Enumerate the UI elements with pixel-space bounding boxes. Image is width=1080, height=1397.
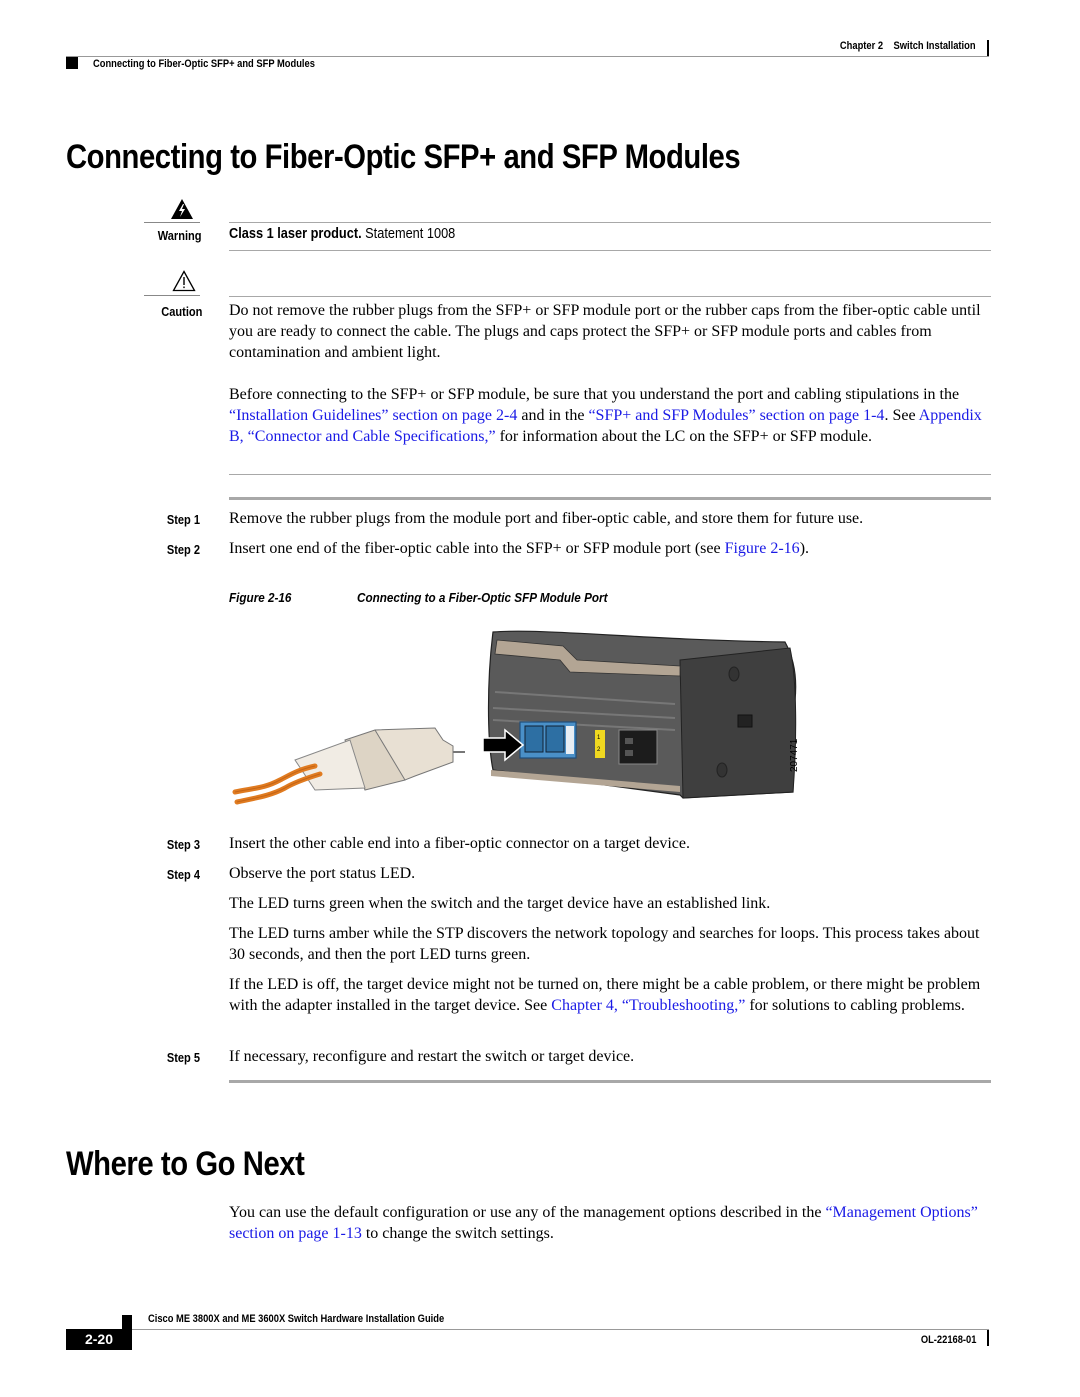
empty-sfp-port: [618, 729, 658, 765]
header-bar: [987, 40, 989, 56]
step-3-text: Insert the other cable end into a fiber-…: [229, 835, 690, 852]
warning-top-rule: [229, 222, 991, 223]
chapter-number: Chapter 2: [840, 40, 884, 52]
section-title-where-next: Where to Go Next: [66, 1145, 305, 1183]
footer-rule: [132, 1329, 989, 1330]
warning-bottom-rule: [229, 250, 991, 251]
caution-bottom-rule: [229, 474, 991, 475]
step-4-text: Observe the port status LED.: [229, 865, 416, 882]
led-green-para: The LED turns green when the switch and …: [229, 895, 771, 912]
text: and in the: [517, 407, 589, 424]
text: Insert one end of the fiber-optic cable …: [229, 540, 725, 557]
procedure-bottom-rule: [229, 1080, 991, 1083]
footer-bar: [987, 1330, 989, 1346]
step-1-label: Step 1: [166, 512, 200, 527]
caution-para-2: Before connecting to the SFP+ or SFP mod…: [229, 384, 991, 447]
procedure-top-rule: [229, 497, 991, 500]
figure-illustration: 1 2 207471: [225, 620, 815, 820]
header-chapter: Chapter 2 Switch Installation: [840, 40, 976, 52]
led-off-para: If the LED is off, the target device mig…: [229, 974, 994, 1016]
text: . See: [884, 407, 919, 424]
text: for solutions to cabling problems.: [745, 997, 965, 1014]
art-id: 207471: [789, 738, 800, 772]
caution-label: Caution: [160, 304, 202, 319]
caution-triangle-icon: [172, 270, 196, 297]
chapter-title: Switch Installation: [893, 40, 976, 52]
link-installation-guidelines[interactable]: “Installation Guidelines” section on pag…: [229, 407, 517, 424]
text: to change the switch settings.: [361, 1225, 554, 1242]
warning-icon-rule: [144, 222, 200, 223]
text: You can use the default configuration or…: [229, 1204, 826, 1221]
warning-bold: Class 1 laser product.: [229, 226, 362, 242]
port-led-panel: 1 2: [595, 730, 605, 758]
step-2-text: Insert one end of the fiber-optic cable …: [229, 538, 999, 559]
switch-chassis: [487, 630, 797, 799]
footer-square: [122, 1315, 132, 1329]
header-rule: [66, 56, 989, 57]
figure-caption: Connecting to a Fiber-Optic SFP Module P…: [357, 590, 608, 605]
caution-para-1: Do not remove the rubber plugs from the …: [229, 302, 981, 361]
step-1-text: Remove the rubber plugs from the module …: [229, 510, 864, 527]
footer-doc-id: OL-22168-01: [920, 1334, 976, 1346]
step-3-label: Step 3: [166, 837, 200, 852]
figure-number: Figure 2-16: [229, 590, 292, 605]
step-2-label: Step 2: [166, 542, 200, 557]
warning-lightning-icon: [170, 198, 194, 225]
sfp-module: [519, 721, 577, 759]
link-chapter-4-troubleshooting[interactable]: Chapter 4, “Troubleshooting,”: [551, 997, 745, 1014]
header-square: [66, 57, 78, 69]
footer-guide-title: Cisco ME 3800X and ME 3600X Switch Hardw…: [148, 1313, 445, 1325]
header-section: Connecting to Fiber-Optic SFP+ and SFP M…: [93, 58, 315, 70]
where-next-para: You can use the default configuration or…: [229, 1202, 994, 1244]
warning-label: Warning: [158, 228, 202, 243]
led-amber-para: The LED turns amber while the STP discov…: [229, 925, 980, 963]
section-title: Connecting to Fiber-Optic SFP+ and SFP M…: [66, 138, 741, 176]
caution-icon-rule: [144, 295, 200, 296]
warning-statement: Statement 1008: [361, 226, 456, 242]
link-figure-2-16[interactable]: Figure 2-16: [725, 540, 800, 557]
warning-text: Class 1 laser product. Statement 1008: [229, 226, 455, 242]
text: for information about the LC on the SFP+…: [495, 428, 873, 445]
text: Before connecting to the SFP+ or SFP mod…: [229, 386, 960, 403]
text: ).: [799, 540, 810, 557]
page-number: 2-20: [66, 1329, 132, 1350]
link-sfp-modules[interactable]: “SFP+ and SFP Modules” section on page 1…: [588, 407, 884, 424]
lc-connector: [232, 727, 465, 805]
step-5-text: If necessary, reconfigure and restart th…: [229, 1048, 635, 1065]
caution-top-rule: [229, 296, 991, 297]
step-4-label: Step 4: [166, 867, 200, 882]
step-5-label: Step 5: [166, 1050, 200, 1065]
